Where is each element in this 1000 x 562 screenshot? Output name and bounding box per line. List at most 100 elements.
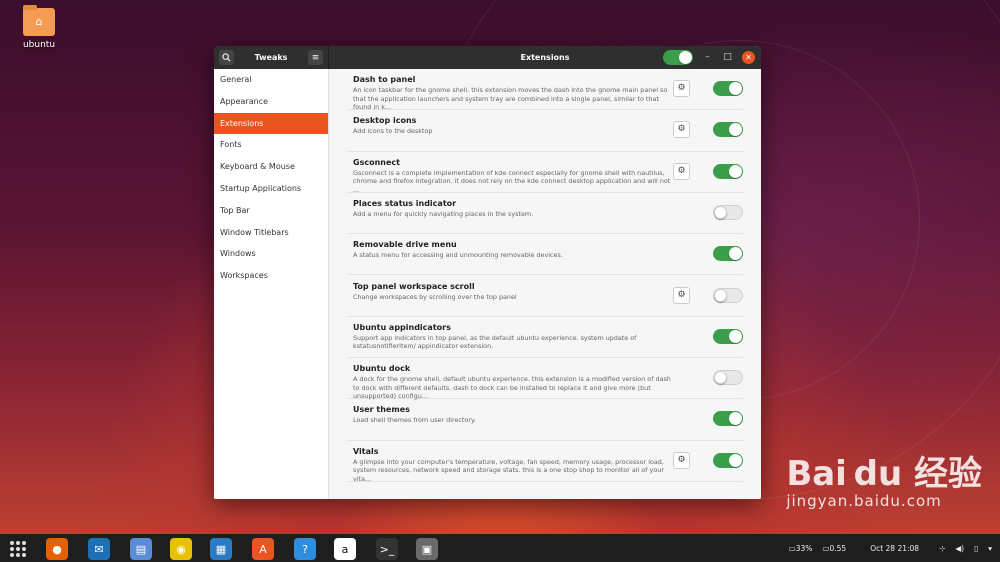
- extension-name: Vitals: [353, 446, 379, 456]
- extensions-master-toggle[interactable]: [663, 50, 693, 65]
- extension-description: A glimpse into your computer's temperatu…: [353, 457, 664, 483]
- extension-row: Dash to panel An icon taskbar for the gno…: [347, 69, 743, 111]
- extension-toggle[interactable]: [713, 122, 743, 138]
- extension-name: Ubuntu appindicators: [353, 322, 451, 332]
- show-applications-button[interactable]: [10, 541, 28, 557]
- watermark-logo: Bai du 经验: [786, 454, 982, 494]
- watermark-url: jingyan.baidu.com: [786, 492, 942, 510]
- toggle-knob: [729, 123, 742, 137]
- sidebar-item-startup-applications[interactable]: Startup Applications: [214, 178, 328, 200]
- terminal-icon[interactable]: >_: [376, 538, 398, 560]
- system-tray: ▭33% ▭0.55 Oct 28 21:08 ⊹ ◀) ▯ ▾: [789, 534, 992, 562]
- battery-indicator[interactable]: ▭33%: [789, 544, 813, 553]
- extension-row: Gsconnect Gsconnect is a complete impleme…: [347, 152, 743, 194]
- load-indicator[interactable]: ▭0.55: [822, 544, 846, 553]
- tweaks-icon[interactable]: ▣: [416, 538, 438, 560]
- toggle-knob: [729, 164, 742, 178]
- extension-toggle[interactable]: [713, 163, 743, 179]
- extension-name: Places status indicator: [353, 198, 457, 208]
- extension-row: Ubuntu appindicators Support app indicato…: [347, 317, 743, 359]
- toggle-knob: [714, 288, 727, 302]
- extension-toggle[interactable]: [713, 452, 743, 468]
- thunderbird-icon[interactable]: ✉: [88, 538, 110, 560]
- home-icon: ⌂: [35, 15, 43, 28]
- sidebar-item-fonts[interactable]: Fonts: [214, 134, 328, 156]
- load-value: 0.55: [829, 543, 847, 553]
- toggle-knob: [729, 82, 742, 95]
- extensions-list: Dash to panel An icon taskbar for the gno…: [329, 69, 761, 499]
- titlebar-controls: – □ ✕: [663, 50, 755, 65]
- taskbar: ▭33% ▭0.55 Oct 28 21:08 ⊹ ◀) ▯ ▾ ● ✉ ▤ ◉ ▦ A?…: [0, 534, 1000, 562]
- extension-name: Gsconnect: [353, 157, 400, 167]
- folder-icon: ⌂: [23, 5, 55, 36]
- network-icon[interactable]: ⊹: [939, 544, 945, 553]
- desktop-folder-label: ubuntu: [22, 40, 56, 50]
- close-button[interactable]: ✕: [742, 51, 755, 64]
- volume-icon[interactable]: ◀): [955, 544, 964, 553]
- extension-row: Removable drive menu A status menu for ac…: [347, 234, 743, 276]
- toggle-knob: [729, 453, 742, 467]
- extension-toggle[interactable]: [713, 287, 743, 303]
- extension-description: Add icons to the desktop: [353, 127, 433, 136]
- extension-name: Removable drive menu: [353, 240, 457, 250]
- extension-row: Top panel workspace scroll Change workspa…: [347, 276, 743, 317]
- toggle-knob: [729, 247, 742, 261]
- extension-row: Desktop icons Add icons to the desktop ⚙: [347, 110, 743, 152]
- extension-toggle[interactable]: [713, 204, 743, 220]
- tweaks-window: Tweaks ≡ Extensions – □ ✕ General Appeara…: [214, 46, 761, 499]
- extension-toggle[interactable]: [713, 246, 743, 262]
- sidebar-item-workspaces[interactable]: Workspaces: [214, 265, 328, 287]
- gear-icon[interactable]: ⚙: [673, 162, 690, 180]
- extension-description: A status menu for accessing and unmounti…: [353, 251, 563, 260]
- extension-name: Ubuntu dock: [353, 364, 411, 374]
- baidu-watermark: Bai du 经验 jingyan.baidu.com: [786, 456, 982, 510]
- power-icon[interactable]: ▯: [974, 544, 978, 553]
- gear-icon[interactable]: ⚙: [673, 80, 690, 97]
- sidebar-item-window-titlebars[interactable]: Window Titlebars: [214, 222, 328, 244]
- extension-toggle[interactable]: [713, 81, 743, 96]
- extension-description: An icon taskbar for the gnome shell. thi…: [353, 86, 668, 111]
- extension-description: Add a menu for quickly navigating places…: [353, 209, 534, 218]
- sidebar-item-windows[interactable]: Windows: [214, 243, 328, 265]
- maximize-button[interactable]: □: [722, 52, 733, 63]
- extension-name: Dash to panel: [353, 75, 416, 84]
- sidebar-item-extensions[interactable]: Extensions: [214, 112, 328, 135]
- system-menu-icon[interactable]: ▾: [988, 544, 992, 553]
- writer-icon[interactable]: ▦: [210, 538, 232, 560]
- extension-row: User themes Load shell themes from user d…: [347, 399, 743, 441]
- extension-name: Desktop icons: [353, 116, 417, 126]
- extension-description: Gsconnect is a complete implementation o…: [353, 168, 671, 194]
- titlebar: Tweaks ≡ Extensions – □ ✕: [214, 46, 761, 69]
- gear-icon[interactable]: ⚙: [673, 451, 690, 469]
- desktop-folder-ubuntu[interactable]: ⌂ ubuntu: [20, 5, 58, 50]
- firefox-icon[interactable]: ●: [46, 538, 68, 560]
- extension-row: Places status indicator Add a menu for qu…: [347, 193, 743, 235]
- extension-name: Top panel workspace scroll: [353, 281, 475, 291]
- extension-toggle[interactable]: [713, 411, 743, 427]
- gear-icon[interactable]: ⚙: [673, 286, 690, 304]
- software-center-icon[interactable]: A: [252, 538, 274, 560]
- menu-button[interactable]: ≡: [308, 50, 323, 65]
- files-icon[interactable]: ▤: [130, 538, 152, 560]
- amazon-icon[interactable]: a: [334, 538, 356, 560]
- toggle-knob: [679, 51, 692, 64]
- extension-description: A dock for the gnome shell, default ubun…: [353, 375, 671, 401]
- rhythmbox-icon[interactable]: ◉: [170, 538, 192, 560]
- minimize-button[interactable]: –: [702, 52, 713, 63]
- extension-toggle[interactable]: [713, 370, 743, 386]
- sidebar-item-appearance[interactable]: Appearance: [214, 91, 328, 113]
- sidebar-item-general[interactable]: General: [214, 69, 328, 91]
- extension-description: Load shell themes from user directory.: [353, 416, 476, 425]
- extension-toggle[interactable]: [713, 328, 743, 344]
- gear-icon[interactable]: ⚙: [673, 121, 690, 139]
- help-icon[interactable]: ?: [294, 538, 316, 560]
- sidebar-item-keyboard-mouse[interactable]: Keyboard & Mouse: [214, 156, 328, 178]
- toggle-knob: [714, 371, 727, 385]
- extension-name: User themes: [353, 405, 410, 415]
- toggle-knob: [729, 412, 742, 426]
- clock[interactable]: Oct 28 21:08: [870, 544, 919, 553]
- sidebar-header: Tweaks ≡: [214, 46, 329, 69]
- battery-percent: 33%: [795, 543, 813, 553]
- sidebar-item-top-bar[interactable]: Top Bar: [214, 200, 328, 222]
- battery-icon: ▭: [788, 543, 796, 553]
